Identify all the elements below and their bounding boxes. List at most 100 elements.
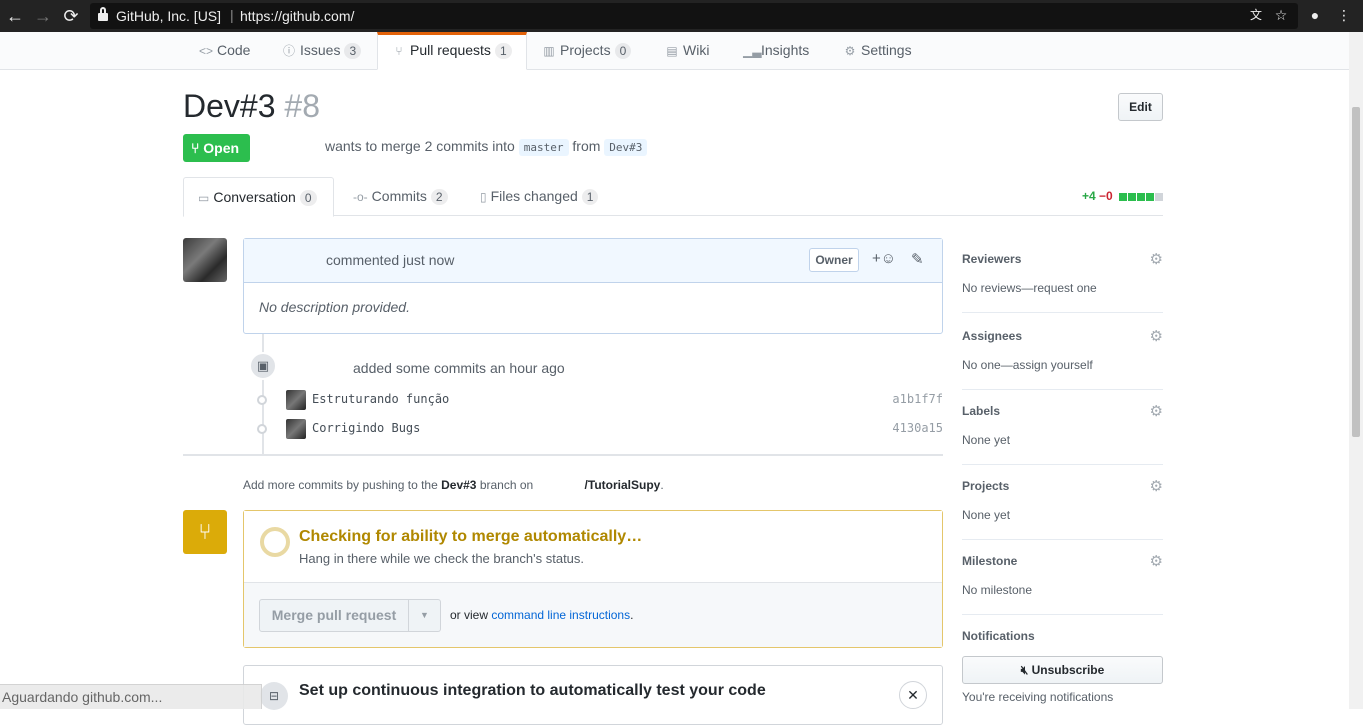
sidebar-notifications: Notifications	[962, 615, 1163, 655]
sidebar-value[interactable]: No reviews—request one	[962, 281, 1097, 295]
tab-commits[interactable]: -o- Commits 2	[353, 177, 448, 216]
push-hint-repo[interactable]: /TutorialSupy	[585, 478, 661, 492]
tab-settings[interactable]: ⚙ Settings	[843, 32, 912, 70]
repo-nav: <> Code ⓘ Issues 3 ⑂ Pull requests 1 ▥ Project…	[0, 32, 1349, 70]
edit-button[interactable]: Edit	[1118, 93, 1163, 121]
base-branch[interactable]: master	[518, 139, 569, 156]
push-hint-suffix: .	[660, 478, 664, 492]
merge-alt-suffix: .	[630, 608, 634, 622]
extension-icon[interactable]: ●	[1306, 6, 1324, 24]
avatar[interactable]	[286, 390, 306, 410]
browser-toolbar: ← → ⟳ GitHub, Inc. [US] | https://github…	[0, 0, 1363, 32]
spinner-icon	[260, 527, 290, 557]
add-reaction-icon[interactable]: +☺	[872, 250, 896, 267]
back-icon[interactable]: ←	[1, 0, 29, 32]
site-identity[interactable]: GitHub, Inc. [US]	[116, 8, 221, 24]
comment-box: commented just now Owner +☺ ✎ No descrip…	[243, 238, 943, 334]
tab-pull-requests[interactable]: ⑂ Pull requests 1	[377, 32, 527, 70]
merge-pull-request-button[interactable]: Merge pull request	[259, 599, 409, 632]
commits-counter: 2	[430, 189, 448, 205]
browser-status-bubble: Aguardando github.com...	[0, 684, 262, 709]
url-separator: |	[230, 7, 234, 23]
close-icon[interactable]: ✕	[899, 681, 927, 709]
tab-code[interactable]: <> Code	[199, 32, 250, 70]
sidebar-heading: Notifications	[962, 629, 1035, 643]
tab-insights[interactable]: ▁▃Insights	[743, 32, 809, 70]
book-icon: ▤	[666, 44, 678, 58]
pr-icon: ⑂	[191, 140, 204, 156]
gear-icon[interactable]: ⚙	[1150, 477, 1163, 495]
gear-icon[interactable]: ⚙	[1150, 402, 1163, 420]
notifications-note: You're receiving notifications	[962, 690, 1114, 704]
tab-label: Code	[217, 42, 251, 58]
added-commits-text: added some commits an hour ago	[353, 360, 565, 376]
tab-label: Files changed	[490, 188, 578, 204]
commit-dot-icon	[257, 424, 267, 434]
sidebar-heading: Labels	[962, 404, 1001, 418]
star-icon[interactable]: ☆	[1272, 6, 1290, 24]
gear-icon[interactable]: ⚙	[1150, 250, 1163, 268]
commit-message[interactable]: Corrigindo Bugs	[312, 421, 420, 435]
gear-icon[interactable]: ⚙	[1150, 327, 1163, 345]
conversation-counter: 0	[299, 190, 317, 206]
chevron-down-icon: ▼	[420, 610, 429, 620]
commit-sha[interactable]: a1b1f7f	[892, 392, 943, 406]
merge-text: wants to merge 2 commits into	[325, 138, 515, 154]
tab-label: Pull requests	[410, 42, 491, 58]
ci-promo: ⊟ Set up continuous integration to autom…	[243, 665, 943, 725]
tab-projects[interactable]: ▥ Projects 0	[542, 32, 632, 70]
comment-meta[interactable]: commented just now	[326, 252, 454, 268]
diffstat-block	[1119, 193, 1127, 201]
diffstat-block	[1155, 193, 1163, 201]
url-text[interactable]: https://github.com/	[240, 8, 360, 24]
tab-wiki[interactable]: ▤ Wiki	[665, 32, 709, 70]
tab-issues[interactable]: ⓘ Issues 3	[282, 32, 362, 70]
sidebar-value[interactable]: No one—assign yourself	[962, 358, 1093, 372]
sidebar-value: No milestone	[962, 583, 1033, 597]
sidebar-assignees: Assignees ⚙ No one—assign yourself	[962, 315, 1163, 390]
deletions: −0	[1098, 189, 1113, 203]
tab-conversation[interactable]: ▭ Conversation 0	[183, 177, 334, 217]
pencil-icon[interactable]: ✎	[911, 250, 924, 268]
gear-icon: ⚙	[844, 44, 856, 58]
merge-alt-text: or view command line instructions.	[450, 608, 633, 622]
pr-tabs: ▭ Conversation 0 -o- Commits 2 ▯ Files change…	[183, 177, 1163, 217]
push-hint-prefix: Add more commits by pushing to the	[243, 478, 438, 492]
gear-icon[interactable]: ⚙	[1150, 552, 1163, 570]
comment-body: No description provided.	[259, 299, 410, 315]
sidebar-reviewers: Reviewers ⚙ No reviews—request one	[962, 238, 1163, 313]
tab-label: Commits	[371, 188, 427, 204]
pr-number: #8	[284, 88, 320, 124]
commit-dot-icon	[257, 395, 267, 405]
tab-label: Wiki	[683, 42, 710, 58]
sidebar-heading: Projects	[962, 479, 1010, 493]
command-line-link[interactable]: command line instructions	[491, 608, 630, 622]
code-icon: <>	[199, 44, 214, 58]
menu-icon[interactable]: ⋮	[1335, 6, 1353, 24]
merge-text-from: from	[572, 138, 601, 154]
diffstat-block	[1146, 193, 1154, 201]
translate-icon[interactable]: 文	[1247, 6, 1265, 24]
additions: +4	[1081, 189, 1096, 203]
scrollbar-thumb[interactable]	[1352, 107, 1360, 437]
issues-counter: 3	[344, 43, 362, 59]
merge-info: wants to merge 2 commits into master fro…	[325, 138, 648, 156]
address-bar[interactable]: GitHub, Inc. [US] | https://github.com/	[90, 3, 1298, 29]
tab-label: Projects	[560, 42, 611, 58]
avatar[interactable]	[183, 238, 227, 282]
commit-sha[interactable]: 4130a15	[892, 421, 943, 435]
unsubscribe-button[interactable]: 🔇︎ Unsubscribe	[962, 656, 1163, 684]
tab-label: Insights	[761, 42, 810, 58]
reload-icon[interactable]: ⟳	[57, 0, 85, 32]
commit-message[interactable]: Estruturando função	[312, 392, 449, 406]
pr-icon: ⑂	[395, 44, 403, 58]
merge-method-dropdown[interactable]: ▼	[409, 599, 441, 632]
forward-icon[interactable]: →	[29, 0, 57, 32]
sidebar-projects: Projects ⚙ None yet	[962, 465, 1163, 540]
tab-label: Conversation	[213, 189, 296, 205]
ci-icon: ⊟	[260, 682, 288, 710]
tab-files-changed[interactable]: ▯ Files changed 1	[480, 177, 599, 216]
avatar[interactable]	[286, 419, 306, 439]
head-branch[interactable]: Dev#3	[604, 139, 648, 156]
page-scrollbar[interactable]	[1349, 32, 1363, 709]
